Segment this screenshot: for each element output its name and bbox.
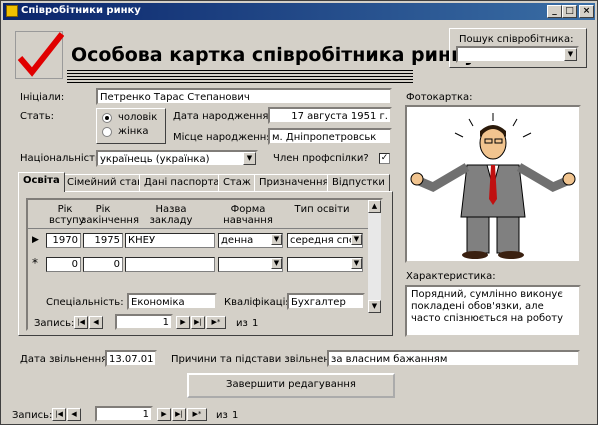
subform-record-number[interactable]: 1 bbox=[115, 314, 173, 330]
new-row-icon[interactable]: * bbox=[32, 256, 38, 270]
prev-record-icon[interactable]: ◀ bbox=[89, 316, 103, 329]
gender-female-radio[interactable] bbox=[102, 127, 112, 137]
app-window: Співробітники ринку _ □ × Особова картка… bbox=[0, 0, 598, 425]
qualification-field[interactable]: Бухгалтер bbox=[287, 293, 365, 310]
initials-field[interactable]: Петренко Тарас Степанович bbox=[96, 88, 392, 105]
birth-date-label: Дата народження: bbox=[173, 111, 272, 122]
maximize-button[interactable]: □ bbox=[562, 5, 577, 18]
nationality-label: Національність bbox=[20, 153, 101, 164]
gender-label: Стать: bbox=[20, 111, 55, 122]
header-edu-type: Тип освіти bbox=[294, 204, 350, 215]
first-record-icon[interactable]: |◀ bbox=[74, 316, 88, 329]
dismissal-date-field[interactable]: 13.07.01 bbox=[105, 350, 157, 367]
dismissal-reason-field[interactable]: за власним бажанням bbox=[327, 350, 580, 367]
header-divider bbox=[28, 228, 368, 229]
close-button[interactable]: × bbox=[579, 5, 594, 18]
row2-start-year[interactable]: 0 bbox=[46, 257, 81, 272]
photo-label: Фотокартка: bbox=[406, 92, 473, 103]
record-label: Запись: bbox=[12, 410, 53, 421]
birth-place-label: Місце народження: bbox=[173, 132, 276, 143]
chevron-down-icon[interactable]: ▼ bbox=[243, 152, 256, 165]
dismissal-date-label: Дата звільнення: bbox=[20, 354, 111, 365]
gender-female-label: жінка bbox=[118, 126, 149, 137]
tab-education[interactable]: Освіта bbox=[18, 172, 65, 192]
chevron-down-icon[interactable]: ▼ bbox=[271, 258, 282, 269]
characteristic-label: Характеристика: bbox=[406, 271, 496, 282]
app-icon bbox=[6, 5, 18, 17]
row2-edu-type[interactable]: ▼ bbox=[287, 257, 363, 272]
row1-institution[interactable]: КНЕУ bbox=[125, 233, 215, 248]
tab-vacations[interactable]: Відпустки bbox=[327, 174, 390, 192]
header-study-form: Форма навчання bbox=[223, 204, 273, 226]
tab-passport[interactable]: Дані паспорта bbox=[139, 174, 225, 192]
nationality-combobox[interactable]: українець (українка) ▼ bbox=[96, 150, 258, 167]
record-number[interactable]: 1 bbox=[95, 406, 153, 422]
new-record-icon[interactable]: ▶* bbox=[187, 408, 207, 421]
tab-experience[interactable]: Стаж bbox=[218, 174, 256, 192]
subform-record-total: 1 bbox=[252, 318, 259, 329]
chevron-down-icon[interactable]: ▼ bbox=[564, 48, 577, 61]
prev-record-icon[interactable]: ◀ bbox=[67, 408, 81, 421]
next-record-icon[interactable]: ▶ bbox=[176, 316, 190, 329]
speciality-field[interactable]: Економіка bbox=[127, 293, 217, 310]
subform-record-label: Запись: bbox=[34, 318, 75, 329]
row-selector-icon[interactable]: ▶ bbox=[32, 235, 39, 245]
form-title: Особова картка співробітника ринку bbox=[71, 44, 477, 66]
finish-editing-button[interactable]: Завершити редагування bbox=[187, 373, 395, 398]
speciality-label: Спеціальність: bbox=[46, 297, 124, 308]
tab-appointment[interactable]: Призначення bbox=[254, 174, 334, 192]
birth-place-field[interactable]: м. Дніпропетровськ bbox=[268, 128, 392, 145]
title-bar: Співробітники ринку _ □ × bbox=[3, 3, 595, 20]
gender-male-label: чоловік bbox=[118, 112, 158, 123]
scroll-down-icon[interactable]: ▼ bbox=[368, 300, 381, 313]
row1-end-year[interactable]: 1975 bbox=[83, 233, 123, 248]
scroll-up-icon[interactable]: ▲ bbox=[368, 200, 381, 213]
record-total: 1 bbox=[232, 410, 239, 421]
header-institution: Назва закладу bbox=[149, 204, 193, 226]
subform-record-of: из bbox=[236, 318, 248, 329]
dismissal-reason-label: Причини та підстави звільнення: bbox=[171, 354, 346, 365]
new-record-icon[interactable]: ▶* bbox=[206, 316, 226, 329]
birth-date-field[interactable]: 17 августа 1951 г. bbox=[268, 107, 392, 124]
subform-scrollbar[interactable]: ▲ ▼ bbox=[368, 200, 381, 313]
next-record-icon[interactable]: ▶ bbox=[157, 408, 171, 421]
header-end-year: Рік закінчення bbox=[81, 204, 139, 226]
window-title: Співробітники ринку bbox=[21, 5, 141, 16]
chevron-down-icon[interactable]: ▼ bbox=[351, 234, 362, 245]
characteristic-field[interactable]: Порядний, сумлінно виконує покладені обо… bbox=[405, 285, 581, 337]
last-record-icon[interactable]: ▶| bbox=[172, 408, 186, 421]
minimize-button[interactable]: _ bbox=[547, 5, 562, 18]
checkmark-logo-icon bbox=[15, 31, 65, 79]
first-record-icon[interactable]: |◀ bbox=[52, 408, 66, 421]
union-checkbox[interactable]: ✓ bbox=[379, 153, 390, 164]
gender-male-radio[interactable] bbox=[102, 113, 112, 123]
initials-label: Ініціали: bbox=[20, 92, 65, 103]
row2-end-year[interactable]: 0 bbox=[83, 257, 123, 272]
chevron-down-icon[interactable]: ▼ bbox=[351, 258, 362, 269]
row1-study-form[interactable]: денна ▼ bbox=[218, 233, 283, 248]
tab-family[interactable]: Сімейний стан bbox=[62, 174, 149, 192]
qualification-label: Кваліфікація: bbox=[224, 297, 295, 308]
union-label: Член профспілки? bbox=[273, 153, 369, 164]
record-of: из bbox=[216, 410, 228, 421]
title-underline bbox=[67, 69, 413, 83]
row1-start-year[interactable]: 1970 bbox=[46, 233, 81, 248]
last-record-icon[interactable]: ▶| bbox=[191, 316, 205, 329]
row2-study-form[interactable]: ▼ bbox=[218, 257, 283, 272]
chevron-down-icon[interactable]: ▼ bbox=[271, 234, 282, 245]
row1-edu-type[interactable]: середня спе ▼ bbox=[287, 233, 363, 248]
search-label: Пошук співробітника: bbox=[459, 34, 574, 45]
row2-institution[interactable] bbox=[125, 257, 215, 272]
employee-photo bbox=[405, 105, 581, 263]
header-start-year: Рік вступу bbox=[49, 204, 85, 226]
search-combobox[interactable]: ▼ bbox=[456, 46, 579, 63]
